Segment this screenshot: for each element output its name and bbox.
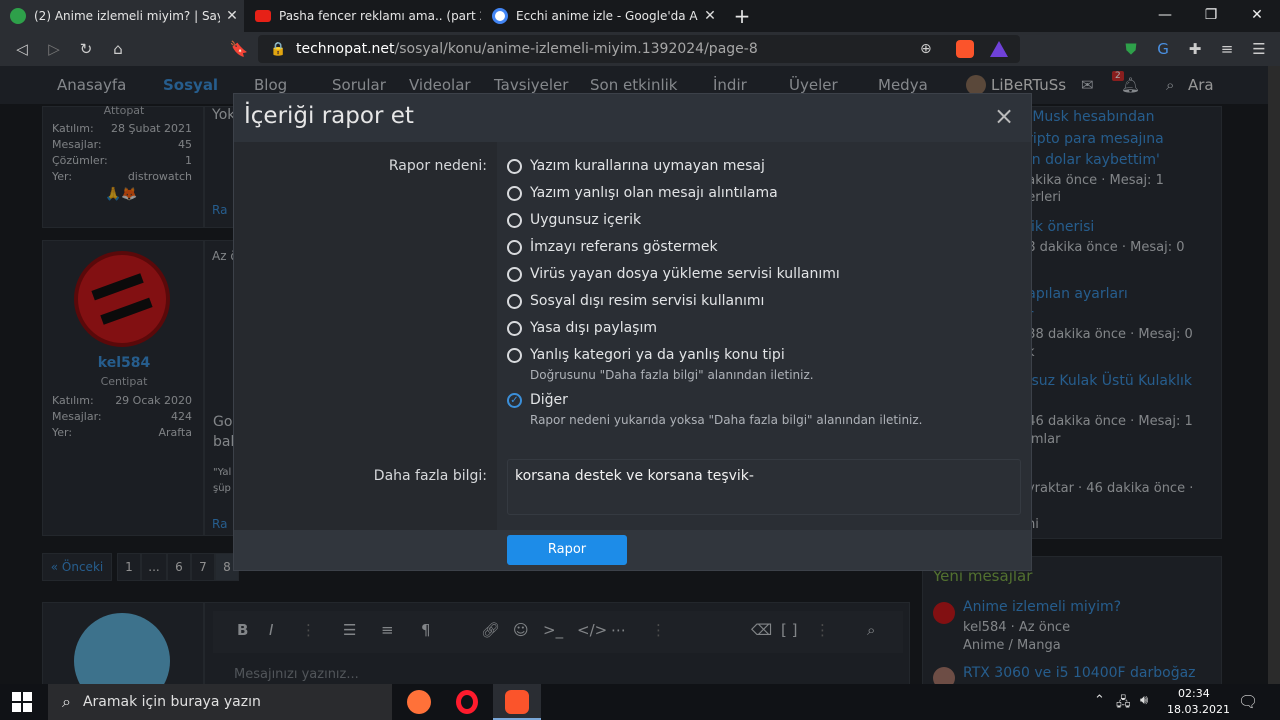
notification-center-icon[interactable]: 🗨︎: [1238, 692, 1258, 711]
dialog-header: İçeriği rapor et ×: [234, 94, 1031, 142]
tab-title: Pasha fencer reklamı ama.. (part 2) [ A: [279, 9, 481, 23]
radio-icon: [507, 347, 522, 363]
url-domain: technopat.net: [296, 41, 395, 57]
extensions-icon[interactable]: ✚: [1184, 32, 1206, 66]
back-icon[interactable]: ◁: [10, 32, 34, 66]
reason-option[interactable]: Yazım kurallarına uymayan mesaj: [507, 158, 765, 174]
option-label: İmzayı referans göstermek: [530, 239, 718, 255]
radio-icon: [507, 293, 522, 309]
minimize-icon[interactable]: —: [1142, 0, 1188, 30]
reload-icon[interactable]: ↻: [74, 32, 98, 66]
reason-option[interactable]: İmzayı referans göstermek: [507, 239, 718, 255]
reason-option-selected[interactable]: ✓ Diğer: [507, 392, 568, 408]
dialog-footer: Rapor: [234, 530, 1031, 570]
clock-date[interactable]: 18.03.2021: [1167, 703, 1230, 716]
address-bar[interactable]: 🔒 technopat.net/sosyal/konu/anime-izleme…: [258, 35, 1020, 63]
radio-checked-icon: ✓: [507, 392, 522, 408]
option-label: Yazım yanlışı olan mesajı alıntılama: [530, 185, 778, 201]
close-tab-icon[interactable]: ✕: [698, 8, 722, 24]
option-label: Yazım kurallarına uymayan mesaj: [530, 158, 765, 174]
opera-icon[interactable]: [456, 690, 478, 714]
new-tab-button[interactable]: +: [728, 0, 756, 32]
option-hint: Doğrusunu "Daha fazla bilgi" alanından i…: [530, 368, 814, 382]
reason-option[interactable]: Uygunsuz içerik: [507, 212, 641, 228]
radio-icon: [507, 212, 522, 228]
brave-rewards-icon[interactable]: [990, 41, 1008, 57]
report-submit-button[interactable]: Rapor: [507, 535, 627, 565]
tab-title: (2) Anime izlemeli miyim? | Sayfa 8: [34, 9, 220, 23]
taskbar-search[interactable]: ⌕ Aramak için buraya yazın: [48, 684, 392, 720]
google-favicon-icon: [492, 8, 508, 24]
zoom-icon[interactable]: ⊕: [920, 41, 932, 57]
report-dialog: İçeriği rapor et × Rapor nedeni: Daha fa…: [233, 93, 1032, 571]
option-label: Uygunsuz içerik: [530, 212, 642, 228]
dialog-title: İçeriği rapor et: [244, 103, 414, 129]
technopat-favicon-icon: [10, 8, 26, 24]
option-hint: Rapor nedeni yukarıda yoksa "Daha fazla …: [530, 413, 923, 427]
reason-option[interactable]: Yasa dışı paylaşım: [507, 320, 657, 336]
playlist-icon[interactable]: ≡: [1216, 32, 1238, 66]
tab-anime-izlemeli[interactable]: (2) Anime izlemeli miyim? | Sayfa 8 ✕: [0, 0, 244, 32]
radio-icon: [507, 158, 522, 174]
option-label: Virüs yayan dosya yükleme servisi kullan…: [530, 266, 840, 282]
more-info-textarea[interactable]: korsana destek ve korsana teşvik-: [507, 459, 1021, 515]
option-label: Diğer: [530, 392, 568, 408]
reason-option[interactable]: Sosyal dışı resim servisi kullanımı: [507, 293, 764, 309]
clock-time[interactable]: 02:34: [1178, 687, 1210, 700]
bookmark-icon[interactable]: 🔖: [228, 32, 250, 66]
home-icon[interactable]: ⌂: [106, 32, 130, 66]
close-icon[interactable]: ×: [994, 102, 1014, 130]
shield-extension-icon[interactable]: ⛊: [1120, 32, 1142, 66]
url-path: /sosyal/konu/anime-izlemeli-miyim.139202…: [394, 41, 758, 57]
brave-taskbar-button[interactable]: [493, 684, 541, 720]
tab-title: Ecchi anime izle - Google'da Ara: [516, 9, 698, 23]
search-icon: ⌕: [62, 692, 71, 711]
option-label: Yanlış kategori ya da yanlış konu tipi: [530, 347, 785, 363]
menu-icon[interactable]: ☰: [1248, 32, 1270, 66]
close-window-icon[interactable]: ✕: [1234, 0, 1280, 30]
reason-option[interactable]: Yanlış kategori ya da yanlış konu tipi: [507, 347, 785, 363]
radio-icon: [507, 320, 522, 336]
network-icon[interactable]: 🖧: [1116, 693, 1131, 715]
firefox-icon[interactable]: [407, 690, 431, 714]
volume-icon[interactable]: 🔊︎: [1140, 693, 1148, 708]
radio-icon: [507, 185, 522, 201]
reason-option[interactable]: Virüs yayan dosya yükleme servisi kullan…: [507, 266, 840, 282]
form-label-column: Rapor nedeni: Daha fazla bilgi:: [234, 142, 497, 530]
forward-icon[interactable]: ▷: [42, 32, 66, 66]
reason-label: Rapor nedeni:: [388, 158, 487, 174]
youtube-favicon-icon: [255, 10, 271, 22]
windows-start-icon[interactable]: [12, 692, 32, 712]
tab-google-search[interactable]: Ecchi anime izle - Google'da Ara ✕: [482, 0, 722, 32]
lock-icon: 🔒: [270, 41, 287, 57]
reason-option[interactable]: Yazım yanlışı olan mesajı alıntılama: [507, 185, 778, 201]
taskbar-search-placeholder: Aramak için buraya yazın: [82, 694, 261, 710]
browser-tab-strip: (2) Anime izlemeli miyim? | Sayfa 8 ✕ Pa…: [0, 0, 1280, 32]
translate-extension-icon[interactable]: G: [1152, 32, 1174, 66]
brave-icon: [505, 690, 529, 714]
maximize-icon[interactable]: ❐: [1188, 0, 1234, 30]
more-info-label: Daha fazla bilgi:: [373, 468, 487, 484]
windows-taskbar: ⌕ Aramak için buraya yazın ⌃ 🖧 🔊︎ 02:34 …: [0, 684, 1280, 720]
radio-icon: [507, 239, 522, 255]
brave-shields-icon[interactable]: [956, 40, 974, 58]
close-tab-icon[interactable]: ✕: [220, 8, 244, 24]
radio-icon: [507, 266, 522, 282]
browser-toolbar: ◁ ▷ ↻ ⌂ 🔖 🔒 technopat.net/sosyal/konu/an…: [0, 32, 1280, 66]
page-scrollbar[interactable]: [1268, 66, 1280, 684]
tab-pasha-fencer[interactable]: Pasha fencer reklamı ama.. (part 2) [ A: [245, 0, 481, 32]
option-label: Yasa dışı paylaşım: [530, 320, 657, 336]
option-label: Sosyal dışı resim servisi kullanımı: [530, 293, 765, 309]
chevron-up-icon[interactable]: ⌃: [1094, 693, 1105, 708]
